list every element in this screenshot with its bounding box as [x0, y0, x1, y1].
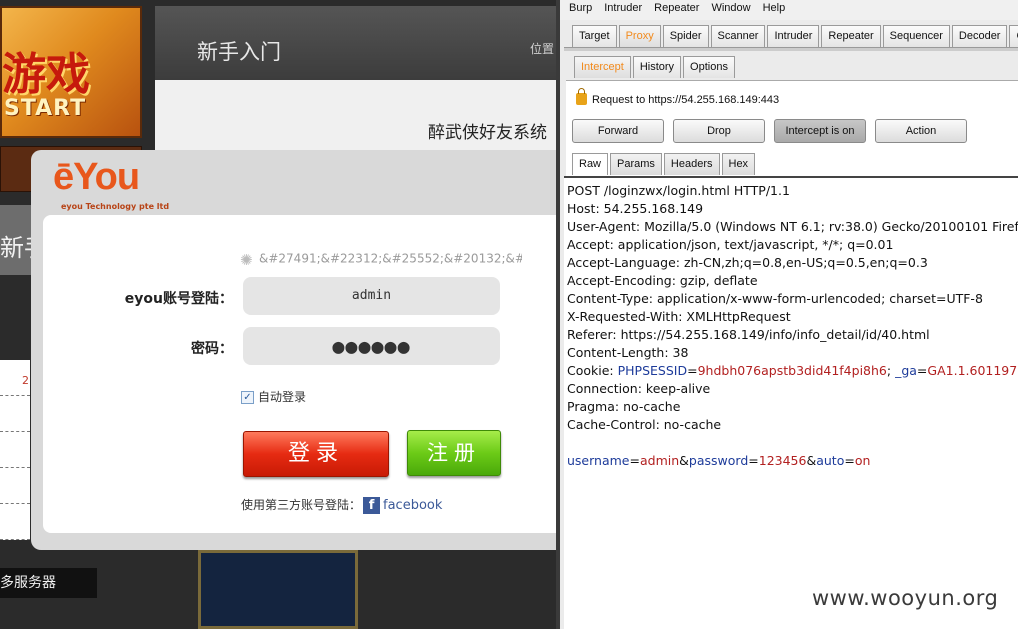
list-item[interactable] — [0, 396, 30, 432]
tab-comparer[interactable]: C — [1009, 25, 1018, 47]
list-item[interactable] — [0, 432, 30, 468]
cookie-value: GA1.1.6011975 — [927, 363, 1018, 378]
promo-start-text: START — [4, 96, 87, 121]
main-tabs: Target Proxy Spider Scanner Intruder Repeater… — [572, 25, 1018, 47]
tab-raw[interactable]: Raw — [572, 153, 609, 175]
tab-headers[interactable]: Headers — [663, 153, 720, 175]
thirdparty-login: 使用第三方账号登陆： f facebook — [241, 496, 442, 514]
watermark: www.wooyun.org — [812, 586, 999, 610]
body-param-value: on — [854, 453, 871, 468]
login-form: ✺ &#27491;&#22312;&#25552;&#20132;&#259 e… — [43, 215, 556, 533]
logo-subtitle: eyou Technology pte ltd — [61, 202, 170, 211]
cookie-key: PHPSESSID — [617, 363, 688, 378]
tab-scanner[interactable]: Scanner — [710, 25, 766, 47]
tab-proxy[interactable]: Proxy — [618, 25, 661, 47]
proxy-sub-tabs: Intercept History Options — [574, 56, 737, 78]
tab-options[interactable]: Options — [683, 56, 735, 78]
body-param-key: auto — [816, 453, 845, 468]
request-line: Pragma: no-cache — [567, 399, 681, 414]
tab-target[interactable]: Target — [572, 25, 617, 47]
thirdparty-label: 使用第三方账号登陆： — [241, 498, 362, 512]
request-line: Referer: https://54.255.168.149/info/inf… — [567, 327, 930, 342]
body-param-value: admin — [639, 453, 680, 468]
tab-divider — [564, 47, 1018, 51]
login-modal: ēYou eyou Technology pte ltd ✺ &#27491;&#… — [31, 150, 556, 550]
password-label: 密码： — [191, 341, 233, 357]
request-line: Accept-Language: zh-CN,zh;q=0.8,en-US;q=… — [567, 255, 928, 270]
register-button[interactable]: 注册 — [407, 430, 501, 476]
bottom-image-frame — [198, 550, 358, 629]
body-param-value: 123456 — [758, 453, 807, 468]
menu-window[interactable]: Window — [702, 0, 753, 14]
request-line: Cache-Control: no-cache — [567, 417, 722, 432]
action-button[interactable]: Action — [875, 119, 967, 143]
loading-indicator: ✺ &#27491;&#22312;&#25552;&#20132;&#259 — [240, 251, 522, 267]
tab-repeater[interactable]: Repeater — [821, 25, 881, 47]
request-line: Content-Type: application/x-www-form-url… — [567, 291, 983, 306]
tab-decoder[interactable]: Decoder — [951, 25, 1008, 47]
menu-bar: Burp Intruder Repeater Window Help — [560, 0, 1018, 20]
raw-request-text[interactable]: POST /loginzwx/login.html HTTP/1.1 Host:… — [564, 178, 1018, 470]
auto-login-option[interactable]: ✓ 自动登录 — [241, 388, 306, 405]
side-red-number: 2 — [22, 374, 29, 387]
tab-intruder[interactable]: Intruder — [767, 25, 820, 47]
tab-history[interactable]: History — [632, 56, 682, 78]
facebook-icon[interactable]: f — [363, 497, 381, 514]
lock-icon — [576, 88, 587, 106]
drop-button[interactable]: Drop — [673, 119, 765, 143]
menu-repeater[interactable]: Repeater — [645, 0, 702, 14]
cookie-key: _ga — [895, 363, 917, 378]
request-info-text: Request to https://54.255.168.149:443 — [592, 94, 780, 106]
request-info: Request to https://54.255.168.149:443 — [576, 88, 780, 106]
menu-burp[interactable]: Burp — [560, 0, 595, 14]
more-servers-button[interactable]: 多服务器 — [0, 568, 97, 598]
cookie-label: Cookie: — [567, 363, 618, 378]
menu-help[interactable]: Help — [754, 0, 789, 14]
site-header-title: 新手入门 — [197, 40, 281, 64]
request-line: Accept: application/json, text/javascrip… — [567, 237, 894, 252]
loading-text: &#27491;&#22312;&#25552;&#20132;&#259 — [259, 251, 522, 266]
promo-banner[interactable]: 游戏 START — [0, 6, 142, 138]
burp-suite-window: Burp Intruder Repeater Window Help Target Pro… — [556, 0, 1018, 629]
content-headline: 醉武侠好友系统 — [428, 123, 547, 143]
request-line: Connection: keep-alive — [567, 381, 711, 396]
cookie-value: 9hdbh076apstb3did41f4pi8h6 — [697, 363, 887, 378]
auto-login-checkbox[interactable]: ✓ — [241, 391, 254, 404]
sidebar-list — [0, 360, 30, 540]
intercept-toggle-button[interactable]: Intercept is on — [774, 119, 866, 143]
body-param-key: username — [567, 453, 630, 468]
list-item[interactable] — [0, 504, 30, 540]
promo-title: 游戏 — [2, 49, 90, 100]
tab-hex[interactable]: Hex — [721, 153, 756, 175]
menu-intruder[interactable]: Intruder — [595, 0, 645, 14]
request-line: Content-Length: 38 — [567, 345, 689, 360]
raw-request-editor[interactable]: POST /loginzwx/login.html HTTP/1.1 Host:… — [564, 176, 1018, 629]
body-param-key: password — [688, 453, 749, 468]
account-input[interactable]: admin — [243, 277, 500, 315]
message-view-tabs: Raw Params Headers Hex — [572, 153, 757, 175]
logo-text: ēYou — [53, 156, 140, 198]
facebook-link[interactable]: facebook — [383, 498, 442, 513]
request-line: Accept-Encoding: gzip, deflate — [567, 273, 758, 288]
login-button[interactable]: 登录 — [243, 431, 389, 477]
request-line: User-Agent: Mozilla/5.0 (Windows NT 6.1;… — [567, 219, 1018, 234]
tab-spider[interactable]: Spider — [662, 25, 709, 47]
auto-login-label: 自动登录 — [258, 390, 307, 404]
tab-intercept[interactable]: Intercept — [574, 56, 631, 78]
breadcrumb-position: 位置 — [530, 42, 555, 56]
tab-params[interactable]: Params — [610, 153, 662, 175]
password-input[interactable]: ●●●●●● — [243, 327, 500, 365]
forward-button[interactable]: Forward — [572, 119, 664, 143]
list-item[interactable] — [0, 468, 30, 504]
request-line: Host: 54.255.168.149 — [567, 201, 704, 216]
tab-sequencer[interactable]: Sequencer — [882, 25, 950, 47]
request-line: X-Requested-With: XMLHttpRequest — [567, 309, 791, 324]
spinner-icon: ✺ — [240, 251, 253, 267]
request-line: POST /loginzwx/login.html HTTP/1.1 — [567, 183, 790, 198]
eyou-logo: ēYou eyou Technology pte ltd — [53, 156, 169, 216]
account-label: eyou账号登陆： — [124, 291, 233, 307]
